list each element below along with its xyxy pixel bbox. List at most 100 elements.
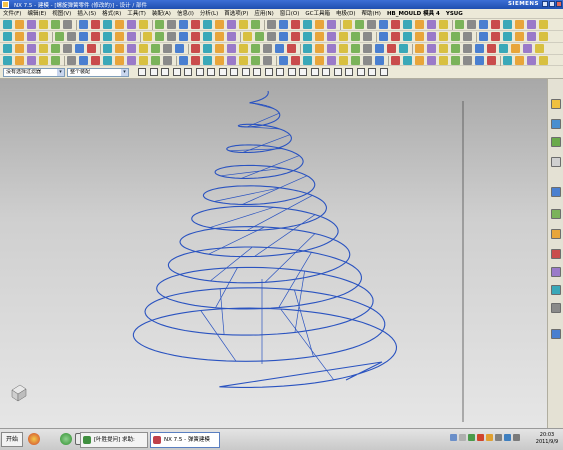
toolbar-button-icon[interactable]: [39, 56, 48, 65]
process-studio-icon[interactable]: [551, 229, 561, 239]
toolbar-button-icon[interactable]: [227, 44, 236, 53]
toolbar-button-icon[interactable]: [479, 32, 488, 41]
toolbar-button-icon[interactable]: [403, 32, 412, 41]
toolbar-button-icon[interactable]: [503, 56, 512, 65]
toolbar-button-icon[interactable]: [15, 32, 24, 41]
toolbar-button-icon[interactable]: [427, 20, 436, 29]
toolbar-button-icon[interactable]: [515, 56, 524, 65]
toolbar-button-icon[interactable]: [363, 44, 372, 53]
toolbar-button-icon[interactable]: [127, 32, 136, 41]
toolbar-button-icon[interactable]: [75, 44, 84, 53]
snap-point-icon[interactable]: [379, 68, 388, 76]
toolbar-button-icon[interactable]: [27, 20, 36, 29]
toolbar-button-icon[interactable]: [439, 56, 448, 65]
snap-point-icon[interactable]: [241, 68, 250, 76]
toolbar-button-icon[interactable]: [179, 56, 188, 65]
menu-hb-mould[interactable]: HB_MOULD 模具 4: [384, 9, 443, 18]
toolbar-button-icon[interactable]: [263, 56, 272, 65]
maximize-button[interactable]: [549, 1, 555, 7]
toolbar-button-icon[interactable]: [303, 56, 312, 65]
toolbar-button-icon[interactable]: [251, 20, 260, 29]
toolbar-button-icon[interactable]: [239, 56, 248, 65]
toolbar-button-icon[interactable]: [87, 44, 96, 53]
toolbar-button-icon[interactable]: [191, 20, 200, 29]
toolbar-button-icon[interactable]: [179, 32, 188, 41]
toolbar-button-icon[interactable]: [403, 20, 412, 29]
toolbar-button-icon[interactable]: [255, 32, 264, 41]
snap-point-icon[interactable]: [322, 68, 330, 76]
helix-curve[interactable]: [132, 90, 398, 388]
start-button[interactable]: 开始: [1, 432, 23, 447]
toolbar-button-icon[interactable]: [515, 20, 524, 29]
part-navigator-icon[interactable]: [551, 119, 561, 129]
toolbar-button-icon[interactable]: [391, 56, 400, 65]
toolbar-button-icon[interactable]: [203, 32, 212, 41]
toolbar-button-icon[interactable]: [475, 56, 484, 65]
toolbar-button-icon[interactable]: [539, 56, 548, 65]
menu-electrode[interactable]: 电极(D): [333, 9, 359, 18]
toolbar-button-icon[interactable]: [251, 56, 260, 65]
toolbar-button-icon[interactable]: [139, 56, 148, 65]
toolbar-button-icon[interactable]: [27, 44, 36, 53]
toolbar-button-icon[interactable]: [203, 44, 212, 53]
toolbar-button-icon[interactable]: [215, 56, 224, 65]
snap-point-icon[interactable]: [345, 68, 353, 76]
snap-point-icon[interactable]: [230, 68, 238, 76]
toolbar-button-icon[interactable]: [27, 56, 36, 65]
toolbar-button-icon[interactable]: [363, 56, 372, 65]
toolbar-button-icon[interactable]: [491, 32, 500, 41]
toolbar-button-icon[interactable]: [527, 20, 536, 29]
toolbar-button-icon[interactable]: [243, 32, 252, 41]
toolbar-button-icon[interactable]: [163, 44, 172, 53]
menu-view[interactable]: 视图(V): [49, 9, 74, 18]
toolbar-button-icon[interactable]: [203, 56, 212, 65]
palette-icon[interactable]: [551, 267, 561, 277]
toolbar-button-icon[interactable]: [379, 32, 388, 41]
toolbar-button-icon[interactable]: [527, 32, 536, 41]
toolbar-button-icon[interactable]: [327, 44, 336, 53]
toolbar-button-icon[interactable]: [515, 32, 524, 41]
toolbar-button-icon[interactable]: [439, 44, 448, 53]
menu-file[interactable]: 文件(F): [0, 9, 24, 18]
toolbar-button-icon[interactable]: [387, 44, 396, 53]
toolbar-button-icon[interactable]: [503, 32, 512, 41]
toolbar-button-icon[interactable]: [3, 32, 12, 41]
toolbar-button-icon[interactable]: [91, 32, 100, 41]
toolbar-button-icon[interactable]: [127, 44, 136, 53]
toolbar-button-icon[interactable]: [375, 56, 384, 65]
minimize-button[interactable]: [542, 1, 548, 7]
toolbar-button-icon[interactable]: [339, 44, 348, 53]
toolbar-button-icon[interactable]: [511, 44, 520, 53]
toolbar-button-icon[interactable]: [79, 56, 88, 65]
menu-edit[interactable]: 编辑(E): [24, 9, 49, 18]
snap-point-icon[interactable]: [218, 68, 227, 76]
toolbar-button-icon[interactable]: [27, 32, 36, 41]
taskbar-task-forum[interactable]: [叶胜提问] 求助:: [80, 432, 148, 448]
toolbar-button-icon[interactable]: [3, 44, 12, 53]
menu-ysug[interactable]: YSUG: [443, 9, 466, 18]
snap-point-icon[interactable]: [310, 68, 319, 76]
toolbar-button-icon[interactable]: [415, 56, 424, 65]
assembly-navigator-icon[interactable]: [551, 99, 561, 109]
menu-analysis[interactable]: 分析(L): [197, 9, 221, 18]
snap-point-icon[interactable]: [149, 68, 158, 76]
toolbar-button-icon[interactable]: [103, 56, 112, 65]
snap-point-icon[interactable]: [253, 68, 261, 76]
menu-insert[interactable]: 插入(S): [74, 9, 99, 18]
volume-icon[interactable]: [459, 434, 466, 441]
toolbar-button-icon[interactable]: [203, 20, 212, 29]
toolbar-button-icon[interactable]: [91, 20, 100, 29]
snap-point-icon[interactable]: [172, 68, 181, 76]
toolbar-button-icon[interactable]: [463, 32, 472, 41]
reuse-library-icon[interactable]: [551, 137, 561, 147]
menu-window[interactable]: 窗口(O): [277, 9, 303, 18]
toolbar-button-icon[interactable]: [67, 32, 76, 41]
toolbar-button-icon[interactable]: [291, 56, 300, 65]
toolbar-button-icon[interactable]: [155, 32, 164, 41]
toolbar-button-icon[interactable]: [15, 44, 24, 53]
snap-point-icon[interactable]: [299, 68, 307, 76]
toolbar-button-icon[interactable]: [487, 44, 496, 53]
system-clock[interactable]: 20:03 2011/9/9: [534, 432, 560, 446]
view-icon[interactable]: [551, 285, 561, 295]
snap-point-icon[interactable]: [333, 68, 342, 76]
